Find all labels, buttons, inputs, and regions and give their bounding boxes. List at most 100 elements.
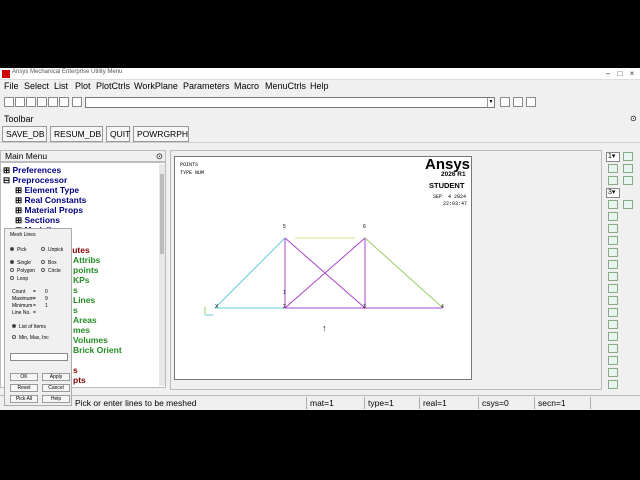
- dynamic-mode-icon[interactable]: [623, 152, 633, 161]
- line-l9[interactable]: [364, 237, 444, 309]
- zoom-in-icon[interactable]: [608, 308, 618, 317]
- tree-item-areas-a[interactable]: s: [73, 305, 78, 315]
- front-view-icon[interactable]: [608, 176, 618, 185]
- min-max-inc-radio[interactable]: [12, 335, 16, 339]
- menu-file[interactable]: File: [4, 81, 19, 91]
- cancel-button[interactable]: Cancel: [42, 384, 70, 392]
- menu-parameters[interactable]: Parameters: [183, 81, 230, 91]
- box-zoom-icon[interactable]: [608, 296, 618, 305]
- list-of-items-radio[interactable]: [12, 324, 16, 328]
- ok-button[interactable]: OK: [10, 373, 38, 381]
- tree-item-keypoints[interactable]: points: [73, 265, 99, 275]
- pan-up-icon[interactable]: [608, 356, 618, 365]
- expand-icon[interactable]: ⊞: [15, 205, 22, 215]
- tree-item-brick-orient[interactable]: Brick Orient: [73, 345, 122, 355]
- toolbar-collapse-icon[interactable]: ⊙: [630, 114, 637, 123]
- pick-radio[interactable]: [10, 247, 14, 251]
- expand-icon[interactable]: ⊞: [15, 185, 22, 195]
- open-file-icon[interactable]: [15, 97, 25, 107]
- reset-button[interactable]: Reset: [10, 384, 38, 392]
- circle-radio[interactable]: [41, 268, 45, 272]
- menu-workplane[interactable]: WorkPlane: [134, 81, 178, 91]
- menu-list[interactable]: List: [54, 81, 68, 91]
- pick-input[interactable]: [10, 353, 68, 361]
- collapse-icon[interactable]: ⊟: [3, 175, 10, 185]
- scrollbar-thumb[interactable]: [160, 174, 164, 254]
- tree-item-kps[interactable]: KPs: [73, 275, 90, 285]
- maximize-icon[interactable]: □: [614, 68, 626, 80]
- refresh-icon[interactable]: [623, 164, 633, 173]
- single-radio[interactable]: [10, 260, 14, 264]
- back-view-icon[interactable]: [608, 248, 618, 257]
- main-menu-collapse-icon[interactable]: ⊙: [156, 151, 163, 161]
- expand-icon[interactable]: ⊞: [15, 195, 22, 205]
- help-topic-icon[interactable]: [72, 97, 82, 107]
- tree-item-volumes[interactable]: Volumes: [73, 335, 108, 345]
- fit-view-icon[interactable]: [608, 272, 618, 281]
- minimize-icon[interactable]: –: [602, 68, 614, 80]
- report-icon[interactable]: [59, 97, 69, 107]
- command-input[interactable]: ▼: [85, 97, 495, 108]
- isometric-view-icon[interactable]: [608, 164, 618, 173]
- menu-plotctrls[interactable]: PlotCtrls: [96, 81, 130, 91]
- pan-down-icon[interactable]: [608, 368, 618, 377]
- rotate-icon[interactable]: [608, 380, 618, 389]
- line-l4[interactable]: [214, 237, 286, 309]
- ansys-app: Ansys Mechanical Enterprise Utility Menu…: [0, 68, 640, 410]
- expand-icon[interactable]: ⊞: [15, 215, 22, 225]
- pan-icon[interactable]: [37, 97, 47, 107]
- graphics-window[interactable]: POINTS TYPE NUM Ansys 2026 R1 STUDENT SE…: [174, 156, 472, 380]
- pan-left-icon[interactable]: [608, 332, 618, 341]
- unpick-radio[interactable]: [41, 247, 45, 251]
- loop-radio[interactable]: [10, 276, 14, 280]
- kp-label-4: 4: [441, 304, 444, 310]
- pick-all-button[interactable]: Pick All: [10, 395, 38, 403]
- polygon-radio[interactable]: [10, 268, 14, 272]
- view-settings-icon[interactable]: [623, 200, 633, 209]
- display-style-icon[interactable]: [623, 176, 633, 185]
- menu-select[interactable]: Select: [24, 81, 49, 91]
- window-number-select[interactable]: 1▾: [606, 152, 620, 162]
- image-capture-icon[interactable]: [48, 97, 58, 107]
- loop-label: Loop: [17, 276, 29, 282]
- command-bar: ▼: [0, 95, 640, 110]
- save-db-button[interactable]: SAVE_DB: [2, 126, 47, 142]
- tree-item-checks[interactable]: pts: [73, 375, 86, 385]
- box-radio[interactable]: [41, 260, 45, 264]
- minimum-value: 1: [45, 303, 48, 309]
- tree-item-areas[interactable]: Areas: [73, 315, 97, 325]
- tree-item-attribs[interactable]: Attribs: [73, 255, 100, 265]
- top-view-icon[interactable]: [608, 200, 618, 209]
- powrgrph-button[interactable]: POWRGRPH: [133, 126, 189, 142]
- left-view-icon[interactable]: [608, 224, 618, 233]
- tree-item-tools[interactable]: s: [73, 365, 78, 375]
- menu-macro[interactable]: Macro: [234, 81, 259, 91]
- tree-item-lines[interactable]: Lines: [73, 295, 95, 305]
- main-menu-scrollbar[interactable]: [159, 164, 165, 386]
- new-file-icon[interactable]: [4, 97, 14, 107]
- close-icon[interactable]: ×: [626, 68, 638, 80]
- oblique-view-icon[interactable]: [608, 260, 618, 269]
- zoom-icon[interactable]: [608, 284, 618, 293]
- view-number-select[interactable]: 3▾: [606, 188, 620, 198]
- bottom-view-icon[interactable]: [608, 212, 618, 221]
- kp-label-6: 6: [363, 224, 366, 230]
- tree-item-lines-a[interactable]: s: [73, 285, 78, 295]
- zoom-out-icon[interactable]: [608, 320, 618, 329]
- menu-help[interactable]: Help: [310, 81, 329, 91]
- model-check-icon[interactable]: [526, 97, 536, 107]
- quit-button[interactable]: QUIT: [106, 126, 130, 142]
- ansys-help-icon[interactable]: [513, 97, 523, 107]
- pan-right-icon[interactable]: [608, 344, 618, 353]
- tree-item-volumes-a[interactable]: mes: [73, 325, 90, 335]
- apply-button[interactable]: Apply: [42, 373, 70, 381]
- chevron-down-icon[interactable]: ▼: [487, 98, 494, 107]
- contact-manager-icon[interactable]: [500, 97, 510, 107]
- right-view-icon[interactable]: [608, 236, 618, 245]
- resum-db-button[interactable]: RESUM_DB: [50, 126, 103, 142]
- help-button[interactable]: Help: [42, 395, 70, 403]
- expand-icon[interactable]: ⊞: [3, 165, 10, 175]
- menu-menuctrls[interactable]: MenuCtrls: [265, 81, 306, 91]
- save-icon[interactable]: [26, 97, 36, 107]
- menu-plot[interactable]: Plot: [75, 81, 91, 91]
